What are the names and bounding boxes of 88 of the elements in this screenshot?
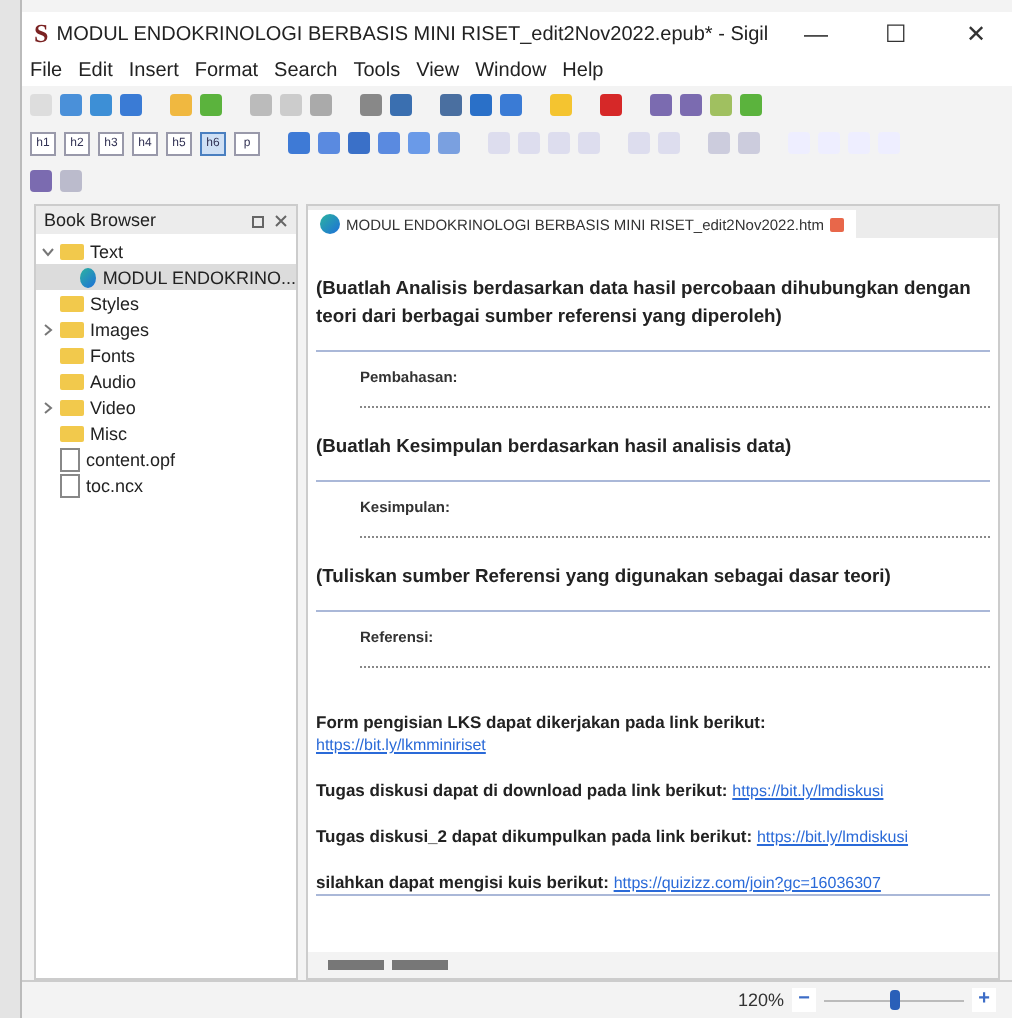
tree-item[interactable]: Misc: [90, 423, 127, 443]
chevron-down-icon[interactable]: [41, 245, 53, 257]
toolbar-icon[interactable]: [30, 170, 52, 192]
toolbar-icon[interactable]: [650, 94, 672, 116]
toolbar-icon[interactable]: [738, 132, 760, 154]
globe-icon: [80, 267, 97, 287]
menu-item[interactable]: Search: [274, 60, 338, 82]
toolbar-icon[interactable]: [200, 94, 222, 116]
toolbar-icon[interactable]: [318, 132, 340, 154]
toolbar-icon[interactable]: [310, 94, 332, 116]
toolbar-icon[interactable]: [250, 94, 272, 116]
menu-item[interactable]: File: [30, 60, 63, 82]
folder-icon: [60, 425, 84, 441]
link[interactable]: https://quizizz.com/join?gc=16036307: [613, 874, 881, 892]
tree-item[interactable]: MODUL ENDOKRINO...: [36, 264, 296, 290]
menu-item[interactable]: Window: [475, 60, 547, 82]
tree-item[interactable]: Audio: [90, 371, 137, 391]
toolbar-icon[interactable]: [740, 94, 762, 116]
folder-icon: [60, 295, 84, 311]
toolbar-icon[interactable]: [440, 94, 462, 116]
scrollbar-thumb[interactable]: [328, 960, 384, 970]
app-logo: S: [34, 18, 49, 50]
toolbar-icon[interactable]: [600, 94, 622, 116]
folder-icon: [60, 399, 84, 415]
window-title: MODUL ENDOKRINOLOGI BERBASIS MINI RISET_edit2Nov2022.epub* - Sigil: [56, 23, 771, 45]
folder-icon: [60, 243, 84, 259]
tree-item[interactable]: toc.ncx: [86, 475, 144, 495]
close-icon[interactable]: [274, 213, 288, 227]
toolbar-icon[interactable]: [708, 132, 730, 154]
heading-text: (Tuliskan sumber Referensi yang digunakan sebagai dasar teori): [316, 562, 893, 590]
file-icon: [60, 473, 80, 497]
link[interactable]: https://bit.ly/lkmminiriset: [316, 736, 486, 754]
float-icon[interactable]: [252, 213, 266, 227]
tree-item[interactable]: Styles: [90, 293, 140, 313]
toolbar-icon[interactable]: [710, 94, 732, 116]
heading-text: (Buatlah Kesimpulan berdasarkan hasil analisis data): [316, 432, 794, 460]
toolbar-icon[interactable]: [288, 132, 310, 154]
link[interactable]: https://bit.ly/lmdiskusi: [732, 782, 884, 800]
code-view-icon[interactable]: [60, 170, 82, 192]
toolbar-icon[interactable]: [408, 132, 430, 154]
menu-item[interactable]: Help: [562, 60, 604, 82]
zoom-in-button[interactable]: +: [972, 988, 996, 1012]
toolbar-icon[interactable]: [680, 94, 702, 116]
scrollbar-thumb[interactable]: [392, 960, 448, 970]
toolbar-icon[interactable]: [60, 94, 82, 116]
tree-item[interactable]: Images: [90, 319, 150, 339]
toolbar-icon[interactable]: [550, 94, 572, 116]
toolbar-icon[interactable]: [170, 94, 192, 116]
slider-thumb[interactable]: [890, 990, 900, 1010]
toolbar-icon[interactable]: [120, 94, 142, 116]
chevron-right-icon[interactable]: [41, 401, 53, 413]
panel-title: Book Browser: [44, 210, 157, 230]
paragraph-text: silahkan dapat mengisi kuis berikut:: [316, 872, 609, 892]
toolbar-icon[interactable]: [280, 94, 302, 116]
menu-item[interactable]: Edit: [78, 60, 113, 82]
tree-item[interactable]: Fonts: [90, 345, 136, 365]
menu-item[interactable]: Format: [194, 60, 259, 82]
globe-icon: [320, 214, 340, 234]
toolbar-icon[interactable]: [390, 94, 412, 116]
paragraph-text: Tugas diskusi dapat di download pada link berikut:: [316, 780, 728, 800]
paragraph-text: Tugas diskusi_2 dapat dikumpulkan pada link berikut:: [316, 826, 753, 846]
folder-icon: [60, 321, 84, 337]
toolbar-icon[interactable]: [438, 132, 460, 154]
close-icon[interactable]: [829, 217, 844, 231]
toolbar-icon[interactable]: [378, 132, 400, 154]
zoom-out-button[interactable]: −: [792, 988, 816, 1012]
file-icon: [60, 447, 80, 471]
toolbar-icon[interactable]: [500, 94, 522, 116]
tree-item[interactable]: Text: [90, 241, 124, 261]
chevron-right-icon[interactable]: [41, 323, 53, 335]
menu-item[interactable]: Insert: [128, 60, 179, 82]
zoom-level: 120%: [737, 990, 784, 1010]
toolbar-icon[interactable]: [470, 94, 492, 116]
folder-icon: [60, 347, 84, 363]
tree-item[interactable]: Video: [90, 397, 136, 417]
maximize-button[interactable]: ☐: [860, 12, 932, 56]
toolbar-icon[interactable]: [360, 94, 382, 116]
heading-text: (Buatlah Analisis berdasarkan data hasil percobaan dihubungkan dengan teori dari berbagai sumber referensi yang diperoleh): [316, 274, 973, 330]
tree-item[interactable]: content.opf: [86, 449, 176, 469]
minimize-button[interactable]: —: [780, 12, 852, 56]
paragraph-text: Form pengisian LKS dapat dikerjakan pada link berikut:: [316, 712, 766, 732]
menu-item[interactable]: Tools: [353, 60, 401, 82]
link[interactable]: https://bit.ly/lmdiskusi: [756, 828, 909, 846]
close-button[interactable]: ✕: [940, 12, 1012, 56]
menu-item[interactable]: View: [416, 60, 460, 82]
folder-icon: [60, 373, 84, 389]
toolbar-icon[interactable]: [348, 132, 370, 154]
toolbar-icon[interactable]: [90, 94, 112, 116]
